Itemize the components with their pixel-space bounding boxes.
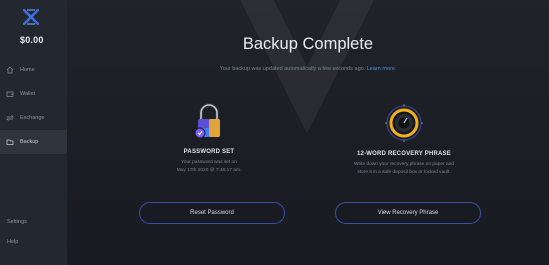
sidebar-item-settings[interactable]: Settings [0,212,67,232]
password-desc-line: Your password was set on [181,160,237,165]
sidebar-item-label: Wallet [20,91,36,97]
sidebar-item-home[interactable]: Home [0,58,67,82]
sidebar: $0.00 Home Wallet Exchange Backup Settin… [0,0,67,265]
sidebar-item-backup[interactable]: Backup [0,130,67,154]
exodus-logo-icon[interactable] [23,9,39,25]
password-card: PASSWORD SET Your password was set on Ma… [109,102,309,174]
sidebar-nav: Home Wallet Exchange Backup [0,58,67,154]
sidebar-item-help[interactable]: Help [0,232,67,252]
sidebar-item-label: Exchange [20,115,45,121]
sidebar-item-wallet[interactable]: Wallet [0,82,67,106]
page-subtitle: Your backup was updated automatically a … [67,66,549,72]
home-icon [6,66,14,74]
main-panel: Backup Complete Your backup was updated … [67,0,549,265]
subtitle-text: Your backup was updated automatically a … [219,66,366,72]
phrase-desc-line: Write down your recovery phrase on paper… [354,162,454,167]
recovery-phrase-card: 12-WORD RECOVERY PHRASE Write down your … [304,102,504,176]
exchange-icon [6,115,14,121]
reset-password-button[interactable]: Reset Password [139,202,285,224]
recovery-phrase-card-description: Write down your recovery phrase on paper… [304,161,504,176]
sidebar-item-label: Home [20,67,35,73]
password-card-title: PASSWORD SET [183,149,235,155]
view-recovery-phrase-button[interactable]: View Recovery Phrase [335,202,481,224]
sidebar-item-label: Backup [20,139,39,145]
recovery-phrase-card-title: 12-WORD RECOVERY PHRASE [357,151,451,157]
phrase-desc-line: store it in a safe deposit box or locked… [357,169,451,175]
lock-icon [194,103,220,139]
page-title: Backup Complete [242,35,374,53]
vault-dial-icon [385,104,423,142]
portfolio-balance: $0.00 [20,35,44,45]
password-desc-line: May 17th 2020 @ 7:46:17 am. [176,167,242,173]
backup-icon [6,139,14,145]
sidebar-bottom-nav: Settings Help [0,212,67,252]
wallet-icon [6,91,14,97]
sidebar-item-exchange[interactable]: Exchange [0,106,67,130]
learn-more-link[interactable]: Learn more. [367,66,397,72]
password-card-description: Your password was set on May 17th 2020 @… [109,159,309,174]
